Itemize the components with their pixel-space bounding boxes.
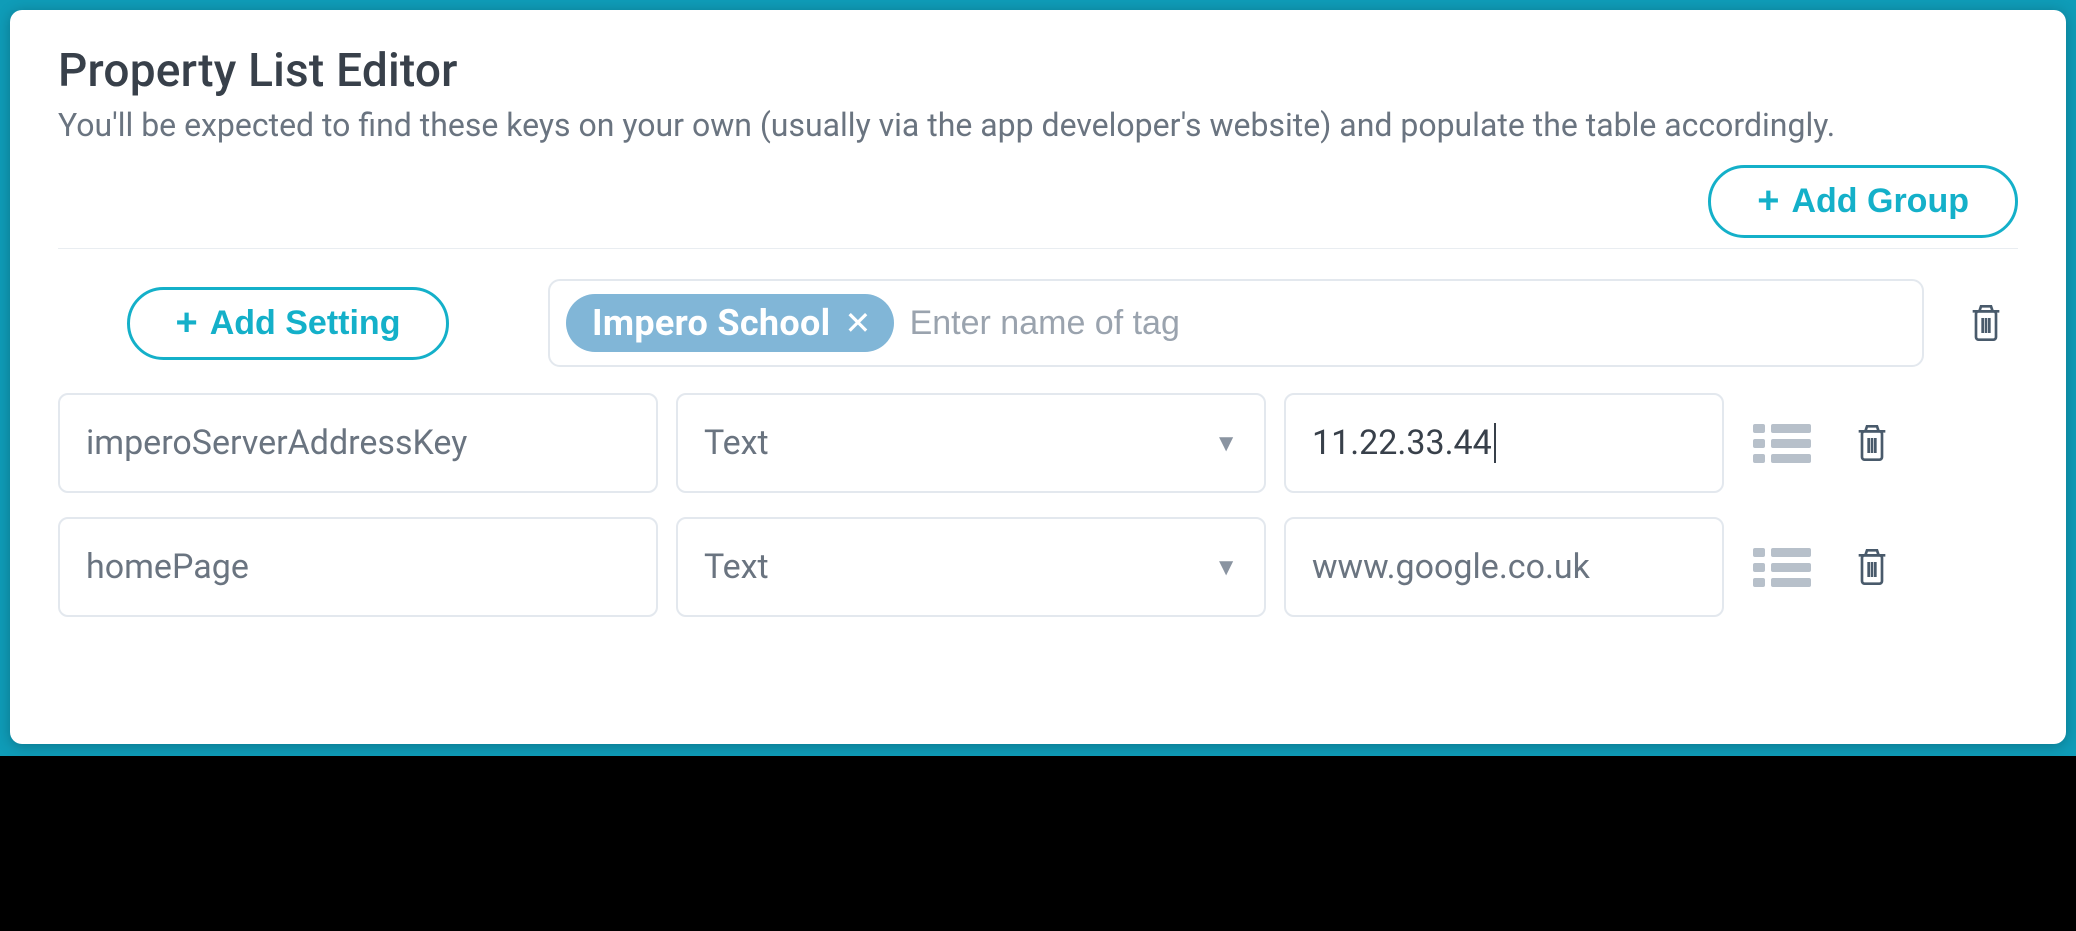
setting-type-value: Text bbox=[704, 423, 769, 463]
add-group-button[interactable]: + Add Group bbox=[1708, 165, 2018, 238]
setting-key-field[interactable]: homePage bbox=[58, 517, 658, 617]
plus-icon: + bbox=[1757, 182, 1779, 220]
editor-card: Property List Editor You'll be expected … bbox=[10, 10, 2066, 744]
setting-row: imperoServerAddressKey Text ▼ 11.22.33.4… bbox=[58, 393, 2018, 493]
setting-type-value: Text bbox=[704, 547, 769, 587]
tag-input[interactable]: Impero School ✕ bbox=[548, 279, 1924, 367]
tag-chip-label: Impero School bbox=[592, 302, 830, 344]
setting-type-select[interactable]: Text ▼ bbox=[676, 393, 1266, 493]
tag-row: + Add Setting Impero School ✕ bbox=[58, 279, 2018, 367]
delete-setting-button[interactable] bbox=[1840, 393, 1904, 493]
delete-setting-button[interactable] bbox=[1840, 517, 1904, 617]
add-group-label: Add Group bbox=[1791, 182, 1969, 221]
setting-value-field[interactable]: www.google.co.uk bbox=[1284, 517, 1724, 617]
tag-chip[interactable]: Impero School ✕ bbox=[566, 294, 894, 352]
reorder-handle[interactable] bbox=[1742, 393, 1822, 493]
tag-name-input[interactable] bbox=[908, 303, 1906, 344]
page-subtitle: You'll be expected to find these keys on… bbox=[58, 106, 2018, 144]
delete-group-button[interactable] bbox=[1954, 298, 2018, 348]
setting-key-value: imperoServerAddressKey bbox=[86, 423, 467, 463]
editor-frame: Property List Editor You'll be expected … bbox=[0, 0, 2076, 756]
setting-value-text: www.google.co.uk bbox=[1312, 547, 1590, 587]
setting-key-value: homePage bbox=[86, 547, 249, 587]
add-setting-wrap: + Add Setting bbox=[58, 287, 518, 360]
chevron-down-icon: ▼ bbox=[1214, 429, 1238, 458]
text-cursor bbox=[1494, 423, 1496, 463]
trash-icon bbox=[1852, 542, 1892, 592]
add-setting-label: Add Setting bbox=[210, 304, 401, 343]
setting-key-field[interactable]: imperoServerAddressKey bbox=[58, 393, 658, 493]
header-divider-row: + Add Group bbox=[58, 154, 2018, 249]
plus-icon: + bbox=[176, 304, 198, 342]
setting-row: homePage Text ▼ www.google.co.uk bbox=[58, 517, 2018, 617]
page-title: Property List Editor bbox=[58, 44, 2018, 98]
list-icon bbox=[1753, 546, 1811, 588]
trash-icon bbox=[1852, 418, 1892, 468]
reorder-handle[interactable] bbox=[1742, 517, 1822, 617]
add-setting-button[interactable]: + Add Setting bbox=[127, 287, 450, 360]
list-icon bbox=[1753, 422, 1811, 464]
setting-value-field[interactable]: 11.22.33.44 bbox=[1284, 393, 1724, 493]
setting-value-text: 11.22.33.44 bbox=[1312, 423, 1492, 463]
close-icon[interactable]: ✕ bbox=[844, 307, 871, 339]
trash-icon bbox=[1966, 298, 2006, 348]
chevron-down-icon: ▼ bbox=[1214, 553, 1238, 582]
setting-type-select[interactable]: Text ▼ bbox=[676, 517, 1266, 617]
